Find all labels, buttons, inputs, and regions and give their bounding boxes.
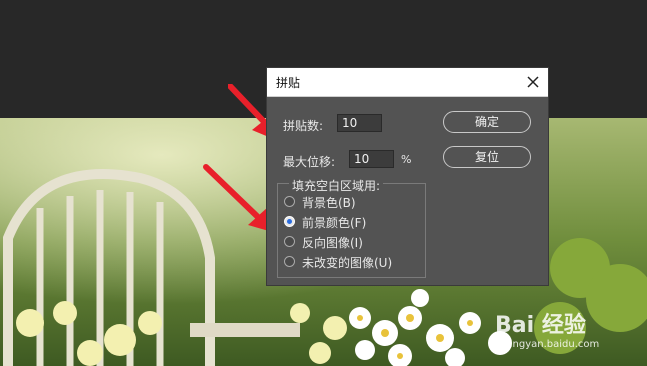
radio-button[interactable]: [284, 256, 295, 267]
radio-button[interactable]: [284, 196, 295, 207]
radio-label: 反向图像(I): [302, 236, 363, 250]
tile-count-input[interactable]: 10: [337, 114, 382, 132]
fill-group-title: 填充空白区域用:: [289, 177, 384, 194]
baidu-watermark: Bai 经验 jingyan.baidu.com: [495, 307, 630, 357]
tile-dialog: 拼贴 拼贴数: 10 最大位移: 10 % 确定 复位 填充空白区域用: 背景色…: [266, 67, 549, 286]
radio-label: 前景颜色(F): [302, 216, 367, 230]
dialog-titlebar: 拼贴: [267, 68, 548, 97]
dialog-title: 拼贴: [276, 76, 301, 90]
percent-unit: %: [401, 153, 412, 166]
reset-button[interactable]: 复位: [443, 146, 531, 168]
radio-label: 背景色(B): [302, 196, 356, 210]
watermark-url: jingyan.baidu.com: [507, 339, 600, 350]
radio-label: 未改变的图像(U): [302, 256, 393, 270]
radio-button[interactable]: [284, 236, 295, 247]
ok-button[interactable]: 确定: [443, 111, 531, 133]
close-icon[interactable]: [524, 73, 542, 91]
watermark-main: Bai 经验: [495, 313, 586, 338]
radio-button-checked[interactable]: [284, 216, 295, 227]
tile-count-label: 拼贴数:: [283, 119, 324, 133]
max-offset-label: 最大位移:: [283, 155, 336, 169]
max-offset-input[interactable]: 10: [349, 150, 394, 168]
